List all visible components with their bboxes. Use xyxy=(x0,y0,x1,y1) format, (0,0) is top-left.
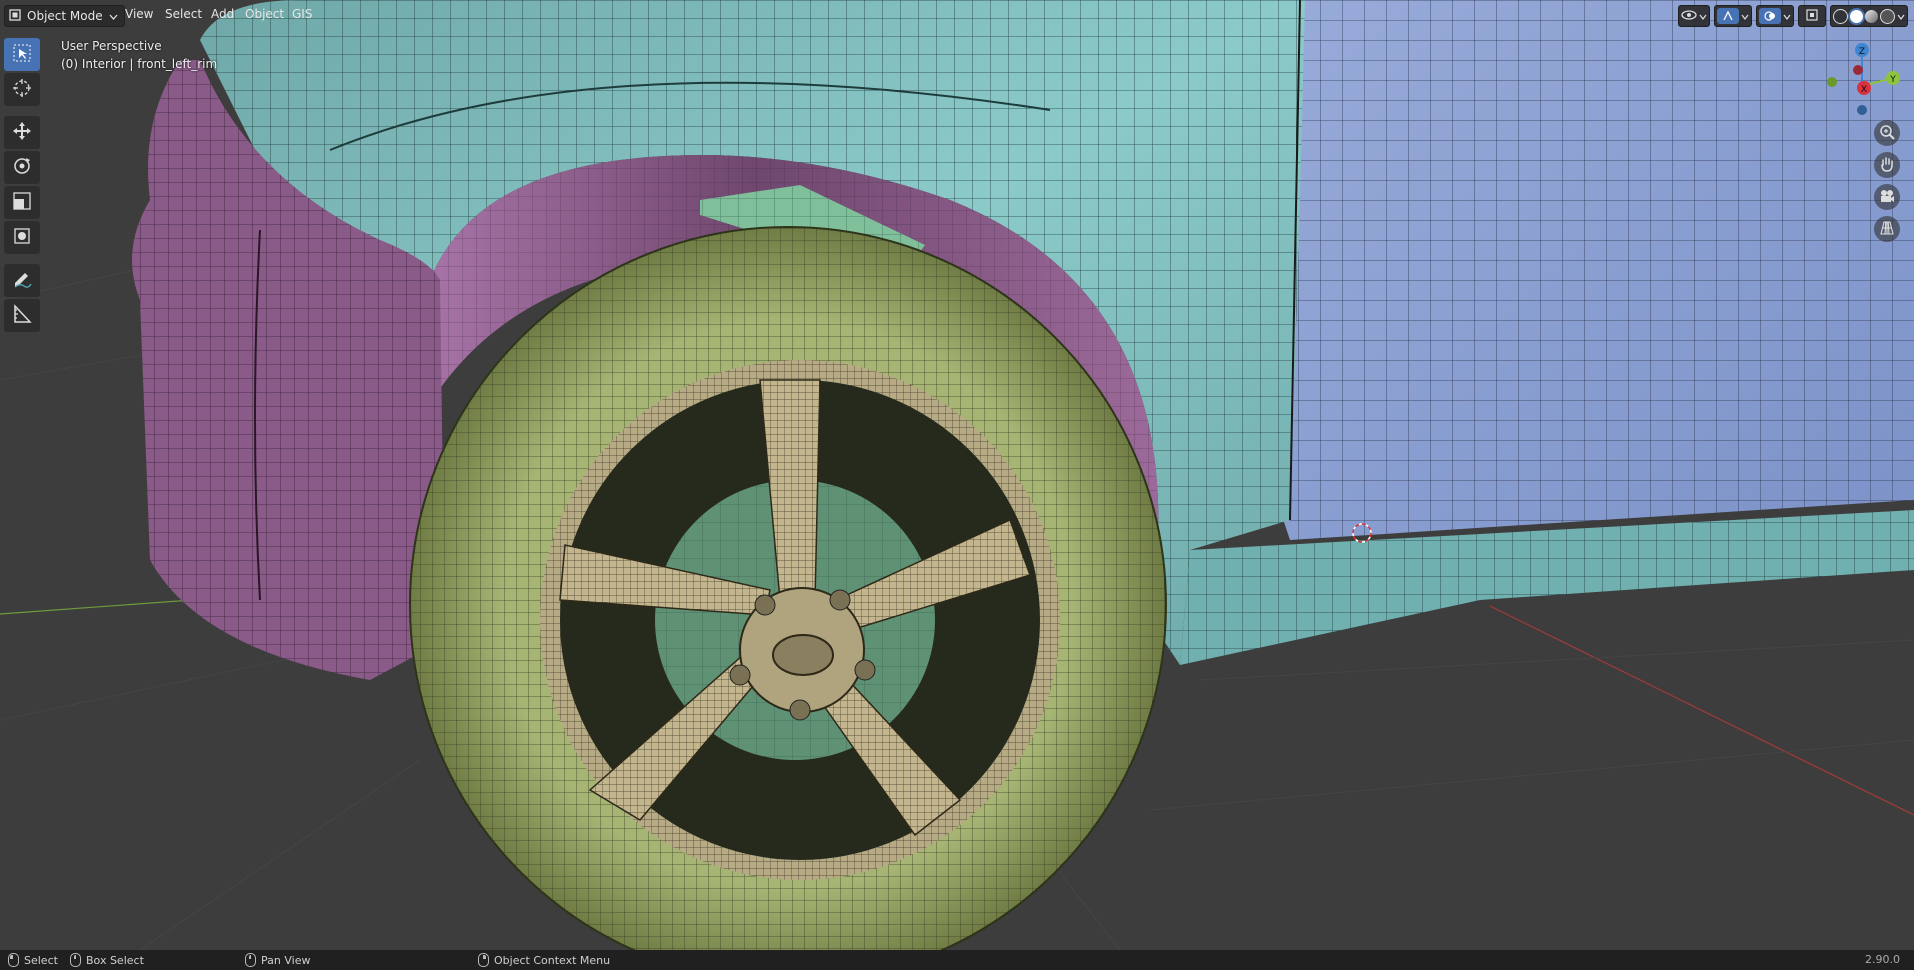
hand-icon xyxy=(1879,156,1895,175)
z-axis-label: Z xyxy=(1859,47,1865,57)
status-pan-view: Pan View xyxy=(245,953,310,967)
annotate-tool[interactable] xyxy=(4,264,40,297)
rendered-shading-icon[interactable] xyxy=(1880,8,1895,24)
chevron-down-icon xyxy=(109,9,118,23)
status-box-select: Box Select xyxy=(70,953,144,967)
status-context-menu: Object Context Menu xyxy=(478,953,610,967)
viewport-header: Object Mode View Select Add Object GIS xyxy=(0,0,1914,30)
neg-y-axis-icon[interactable] xyxy=(1827,77,1837,87)
status-bar: Select Box Select Pan View Object Contex… xyxy=(0,950,1914,970)
chevron-down-icon xyxy=(1741,10,1749,23)
navigation-gizmo[interactable]: Z Y X xyxy=(1820,38,1900,118)
mode-selector[interactable]: Object Mode xyxy=(4,5,125,27)
ortho-toggle-button[interactable] xyxy=(1874,216,1900,242)
overlays-icon xyxy=(1759,8,1781,24)
middle-mouse-icon xyxy=(245,953,256,967)
transform-tool[interactable] xyxy=(4,221,40,254)
mode-label: Object Mode xyxy=(27,9,103,23)
rotate-tool[interactable] xyxy=(4,151,40,184)
camera-icon xyxy=(1879,188,1895,207)
xray-toggle[interactable] xyxy=(1798,5,1826,27)
perspective-label: User Perspective xyxy=(61,39,162,53)
xray-icon xyxy=(1806,8,1818,24)
select-box-tool[interactable] xyxy=(4,38,40,71)
neg-z-axis-icon[interactable] xyxy=(1857,105,1867,115)
menu-gis[interactable]: GIS xyxy=(292,7,312,21)
menu-add[interactable]: Add xyxy=(211,7,234,21)
zoom-button[interactable] xyxy=(1874,120,1900,146)
header-right-tools xyxy=(1678,5,1908,27)
neg-x-axis-icon[interactable] xyxy=(1853,65,1863,75)
navigation-buttons xyxy=(1874,120,1900,242)
menu-select[interactable]: Select xyxy=(165,7,202,21)
3d-cursor-icon xyxy=(12,78,32,101)
version-label: 2.90.0 xyxy=(1865,953,1900,966)
right-mouse-icon xyxy=(478,953,489,967)
grid-icon xyxy=(1879,220,1895,239)
pencil-icon xyxy=(12,269,32,292)
ruler-icon xyxy=(12,304,32,327)
move-tool[interactable] xyxy=(4,116,40,149)
status-box-select-label: Box Select xyxy=(86,953,144,967)
scene-render xyxy=(0,0,1914,950)
menu-object[interactable]: Object xyxy=(245,7,284,21)
visibility-dropdown[interactable] xyxy=(1678,5,1710,27)
drag-mouse-icon xyxy=(70,953,81,967)
cursor-tool[interactable] xyxy=(4,73,40,106)
viewport-info: User Perspective (0) Interior | front_le… xyxy=(61,37,217,73)
gizmo-toggle[interactable] xyxy=(1714,5,1752,27)
y-axis-label: Y xyxy=(1889,75,1896,85)
shading-mode[interactable] xyxy=(1830,5,1908,27)
chevron-down-icon xyxy=(1783,10,1791,23)
status-pan-label: Pan View xyxy=(261,953,311,967)
status-context-label: Object Context Menu xyxy=(494,953,611,967)
status-select-label: Select xyxy=(24,953,58,967)
cursor-arrow-icon xyxy=(13,44,31,65)
eye-icon xyxy=(1681,9,1697,24)
move-arrows-icon xyxy=(12,121,32,144)
camera-view-button[interactable] xyxy=(1874,184,1900,210)
gizmo-icon xyxy=(1717,8,1739,24)
left-mouse-icon xyxy=(8,953,19,967)
magnifier-icon xyxy=(1879,124,1895,143)
solid-shading-icon[interactable] xyxy=(1850,9,1863,23)
transform-icon xyxy=(12,226,32,249)
status-select: Select xyxy=(8,953,58,967)
measure-tool[interactable] xyxy=(4,299,40,332)
chevron-down-icon xyxy=(1897,10,1905,23)
menu-view[interactable]: View xyxy=(125,7,153,21)
material-shading-icon[interactable] xyxy=(1865,9,1878,23)
wireframe-shading-icon[interactable] xyxy=(1833,8,1848,24)
pan-button[interactable] xyxy=(1874,152,1900,178)
rotate-icon xyxy=(12,156,32,179)
scale-icon xyxy=(12,191,32,214)
tool-shelf xyxy=(4,38,42,332)
3d-viewport[interactable] xyxy=(0,0,1914,950)
active-object-label: (0) Interior | front_left_rim xyxy=(61,57,218,71)
chevron-down-icon xyxy=(1699,10,1707,23)
scale-tool[interactable] xyxy=(4,186,40,219)
object-mode-icon xyxy=(9,8,21,24)
x-axis-label: X xyxy=(1861,85,1867,95)
overlays-toggle[interactable] xyxy=(1756,5,1794,27)
